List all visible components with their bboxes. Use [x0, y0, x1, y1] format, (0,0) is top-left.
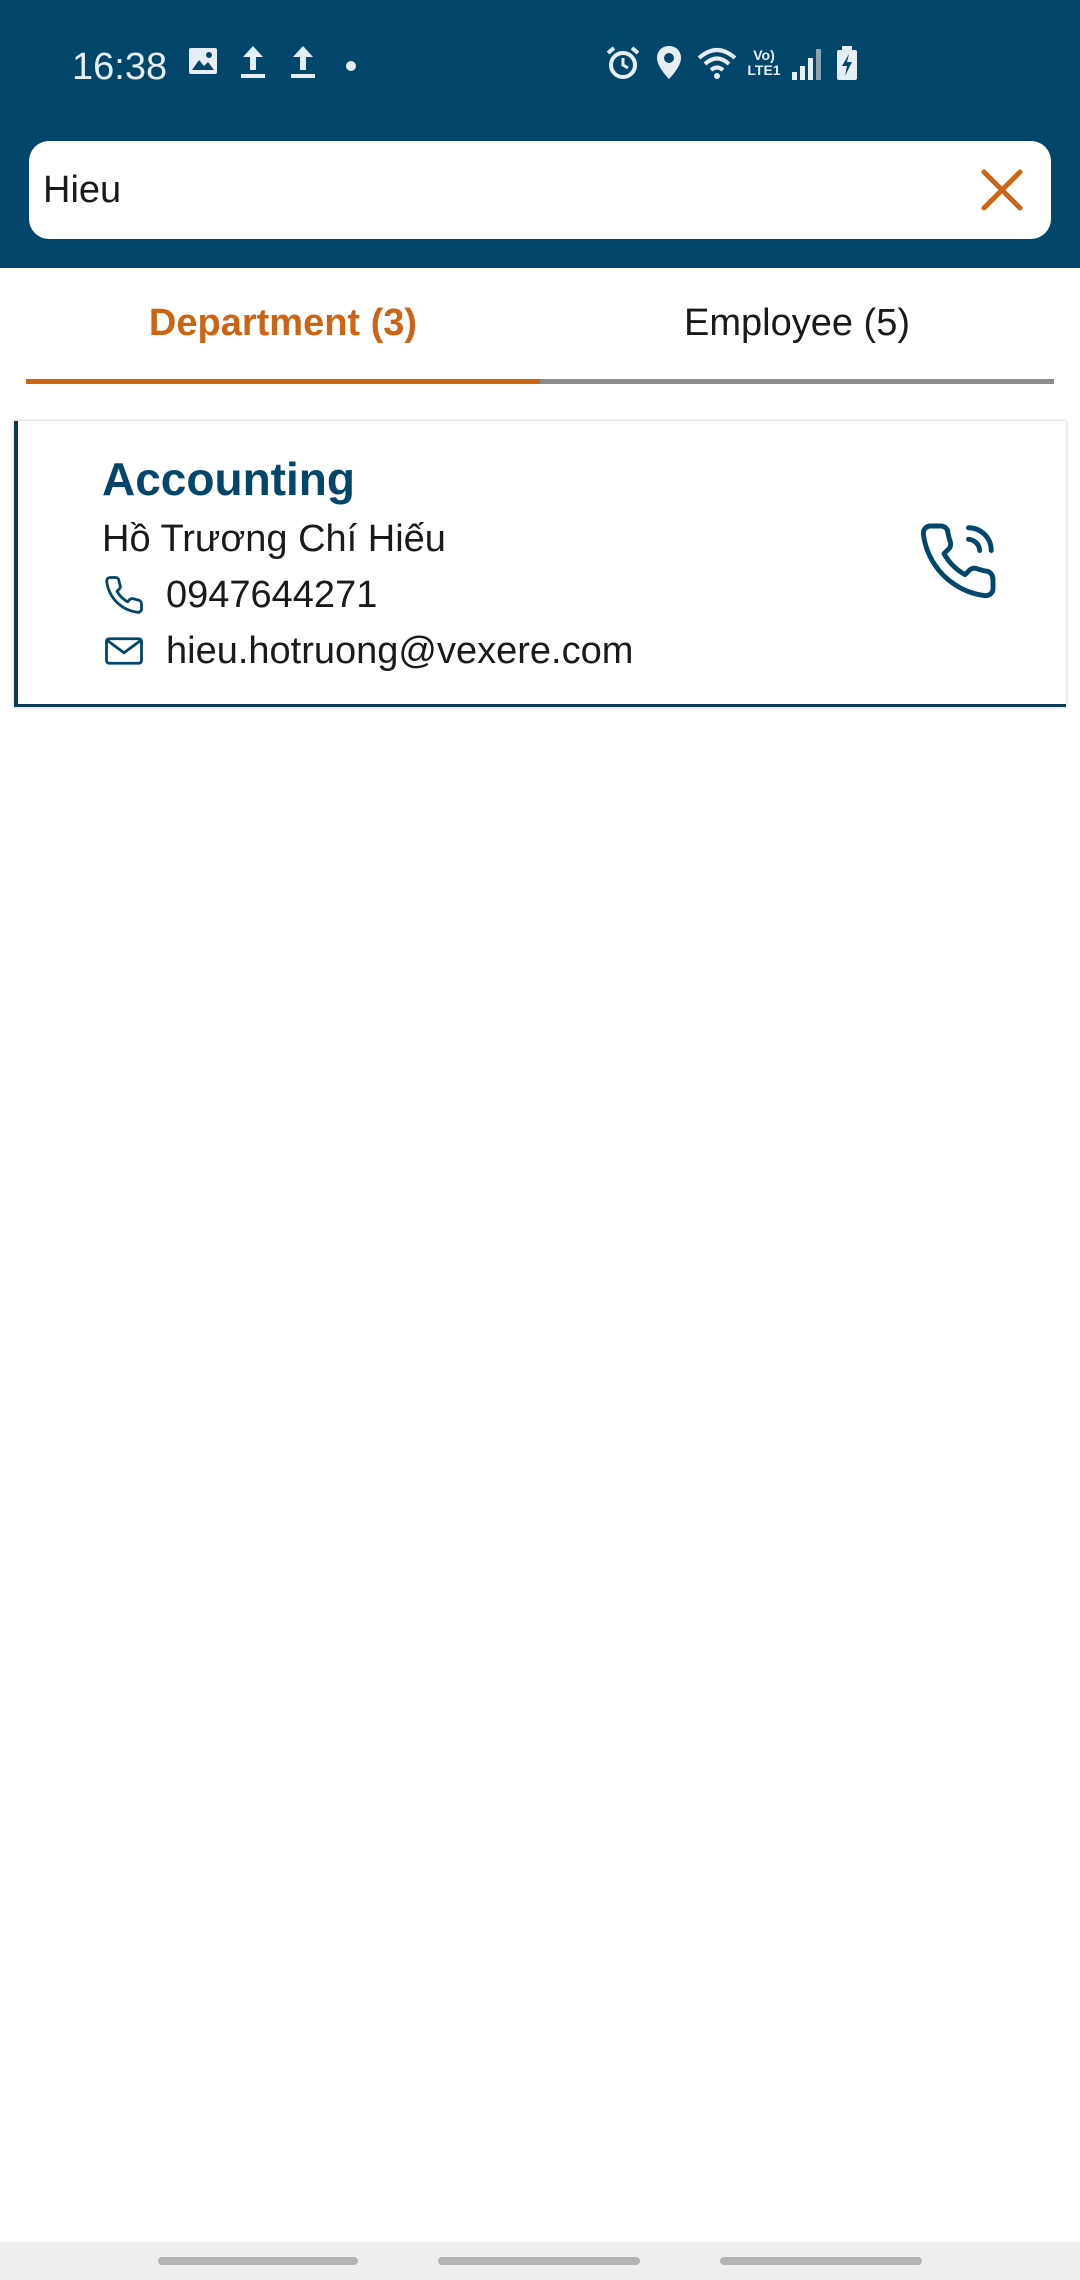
tab-bar: Department (3) Employee (5): [26, 268, 1054, 384]
status-bar: 16:38 Vo) LTE1: [0, 0, 1080, 136]
volte-icon: Vo) LTE1: [747, 47, 781, 78]
tab-employee[interactable]: Employee (5): [540, 268, 1054, 384]
image-icon: [189, 48, 217, 74]
app-header: 16:38 Vo) LTE1 Hieu: [0, 0, 1080, 268]
phone-number: 0947644271: [166, 574, 378, 616]
nav-recents-handle[interactable]: [158, 2257, 358, 2265]
call-button[interactable]: [908, 511, 1008, 611]
email-address: hieu.hotruong@vexere.com: [166, 630, 634, 672]
tab-employee-label: Employee (5): [684, 302, 910, 344]
mail-icon: [102, 629, 146, 673]
phone-call-icon: [920, 523, 996, 599]
close-icon: [981, 169, 1023, 211]
clear-search-button[interactable]: [967, 155, 1037, 225]
phone-icon: [102, 573, 146, 617]
upload-icon: [291, 46, 315, 78]
search-bar: [29, 141, 1051, 239]
department-name: Accounting: [102, 453, 355, 505]
nav-back-handle[interactable]: [720, 2257, 922, 2265]
result-card[interactable]: Accounting Hồ Trương Chí Hiếu 0947644271…: [14, 421, 1066, 707]
wifi-icon: [697, 48, 737, 79]
contact-person: Hồ Trương Chí Hiếu: [102, 518, 446, 560]
upload-icon: [241, 46, 265, 78]
status-time: 16:38: [72, 46, 168, 88]
battery-charging-icon: [837, 46, 857, 80]
dot-icon: [346, 61, 356, 71]
tab-department-label: Department (3): [148, 302, 418, 344]
tab-department[interactable]: Department (3): [26, 268, 540, 384]
nav-home-handle[interactable]: [438, 2257, 640, 2265]
search-input[interactable]: [43, 141, 943, 239]
signal-icon: [792, 49, 821, 80]
alarm-icon: [606, 46, 640, 79]
email-row[interactable]: hieu.hotruong@vexere.com: [102, 627, 633, 675]
location-icon: [657, 46, 681, 79]
phone-row[interactable]: 0947644271: [102, 571, 377, 619]
system-nav-bar: [0, 2242, 1080, 2280]
